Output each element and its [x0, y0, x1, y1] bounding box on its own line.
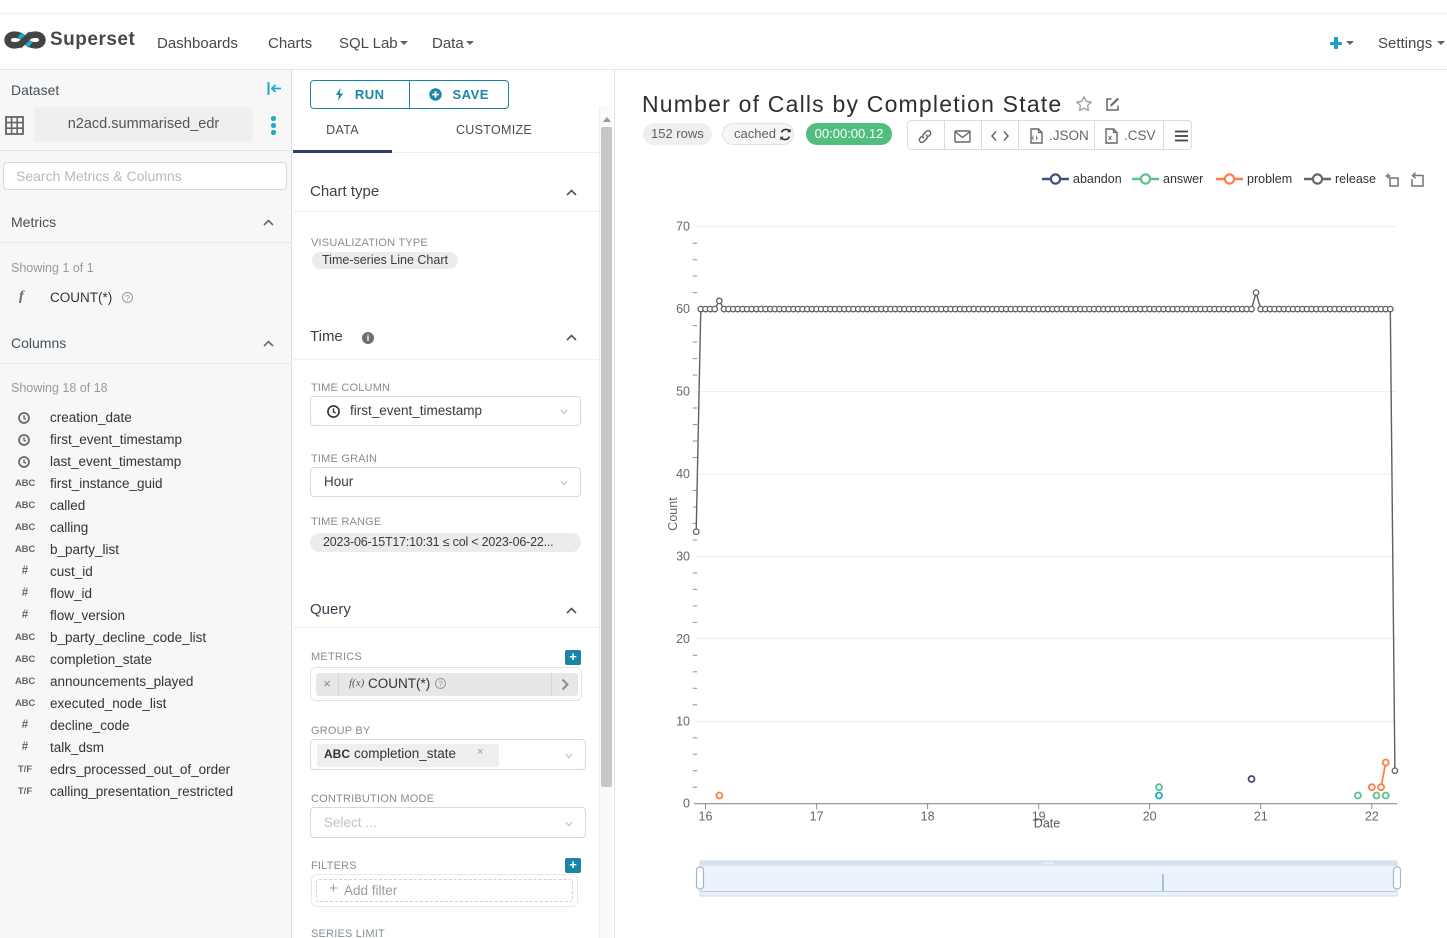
svg-text:30: 30	[676, 549, 690, 563]
svg-text:18: 18	[921, 810, 935, 824]
svg-text:70: 70	[676, 220, 690, 234]
svg-text:17: 17	[810, 810, 824, 824]
svg-text:Date: Date	[1034, 817, 1060, 831]
svg-text:60: 60	[676, 302, 690, 316]
svg-text:20: 20	[676, 632, 690, 646]
svg-text:22: 22	[1365, 810, 1379, 824]
svg-text:20: 20	[1143, 810, 1157, 824]
svg-text:50: 50	[676, 385, 690, 399]
svg-text:40: 40	[676, 467, 690, 481]
svg-text:0: 0	[683, 797, 690, 811]
svg-text:10: 10	[676, 714, 690, 728]
svg-text:Count: Count	[666, 497, 680, 531]
svg-text:21: 21	[1254, 810, 1268, 824]
svg-text:16: 16	[699, 810, 713, 824]
